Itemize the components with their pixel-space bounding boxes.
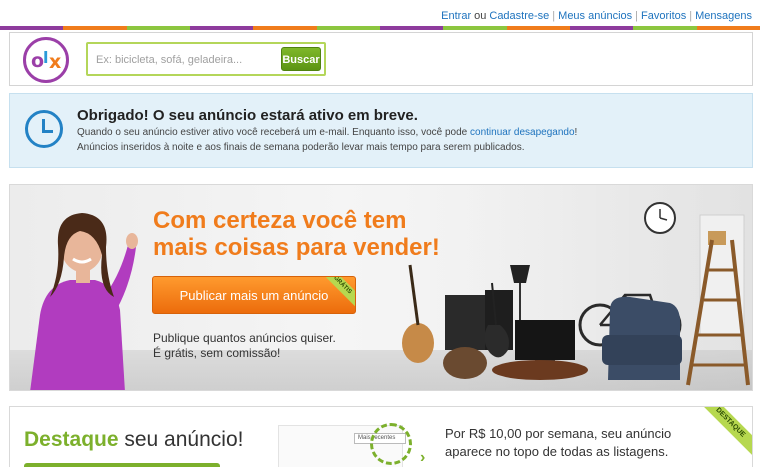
confirmation-text: Quando o seu anúncio estiver ativo você … [77, 127, 471, 138]
stripe-segment [633, 26, 697, 30]
continue-link[interactable]: continuar desapegando [470, 127, 575, 138]
banner-subtext-2: É grátis, sem comissão! [153, 346, 281, 360]
logo-letter-x: x [49, 51, 62, 73]
stripe-segment [569, 26, 634, 30]
logo-letter-l: l [43, 48, 49, 67]
messages-link[interactable]: Mensagens [695, 10, 752, 22]
highlight-dashed-circle [370, 423, 412, 465]
highlight-ribbon: DESTAQUE [696, 407, 752, 457]
stripe-segment [189, 26, 254, 30]
price-line-2: aparece no topo de todas as listagens. [445, 444, 669, 459]
confirmation-line-1: Quando o seu anúncio estiver ativo você … [77, 127, 577, 138]
stripe-segment [126, 26, 190, 30]
account-links: Entrar ou Cadastre-se | Meus anúncios | Favori… [441, 10, 752, 22]
stripe-segment [443, 26, 507, 30]
highlight-title-rest: seu anúncio! [118, 428, 244, 451]
search-button[interactable]: Buscar [281, 47, 321, 71]
stripe-segment [63, 26, 127, 30]
register-link[interactable]: Cadastre-se [489, 10, 549, 22]
confirmation-panel: Obrigado! O seu anúncio estará ativo em … [9, 93, 753, 168]
woman-pointing-image [30, 213, 138, 390]
price-line-1: Por R$ 10,00 por semana, seu anúncio [445, 426, 672, 441]
stripe-segment [0, 26, 64, 30]
search-input[interactable] [96, 50, 276, 70]
highlight-button[interactable] [24, 463, 220, 467]
separator: | [552, 10, 556, 22]
brand-color-stripe [0, 26, 760, 30]
separator: | [635, 10, 639, 22]
site-header: o l x Buscar [9, 32, 753, 86]
promo-banner: Com certeza você tem mais coisas para ve… [9, 184, 753, 391]
stripe-segment [506, 26, 570, 30]
confirmation-line-2: Anúncios inseridos à noite e aos finais … [77, 142, 525, 153]
stripe-segment [253, 26, 317, 30]
favorites-link[interactable]: Favoritos [641, 10, 686, 22]
confirmation-title: Obrigado! O seu anúncio estará ativo em … [77, 107, 418, 124]
publish-ad-label: Publicar mais um anúncio [179, 288, 329, 303]
highlight-title: Destaque seu anúncio! [24, 428, 243, 452]
olx-logo[interactable]: o l x [23, 37, 69, 83]
chevron-right-icon: › [420, 449, 426, 466]
separator: | [689, 10, 693, 22]
publish-ad-button[interactable]: Publicar mais um anúncio GRÁTIS [152, 276, 356, 314]
confirmation-text-end: ! [574, 127, 578, 138]
login-link[interactable]: Entrar [441, 10, 471, 22]
my-ads-link[interactable]: Meus anúncios [558, 10, 632, 22]
room-illustration [402, 202, 750, 386]
stripe-segment [379, 26, 444, 30]
clock-icon [25, 110, 63, 148]
banner-subtext-1: Publique quantos anúncios quiser. [153, 331, 336, 345]
highlight-word: Destaque [24, 428, 119, 451]
search-bar: Buscar [86, 42, 326, 76]
stripe-segment [696, 26, 760, 30]
or-text: ou [474, 10, 487, 22]
stripe-segment [316, 26, 380, 30]
highlight-promo-panel: Destaque seu anúncio! Mais recentes › Po… [9, 406, 753, 467]
